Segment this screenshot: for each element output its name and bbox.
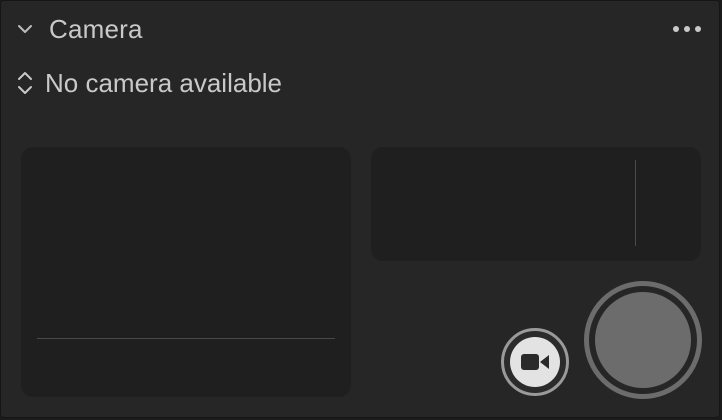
shutter-button-face — [595, 292, 691, 388]
video-mode-button-face — [510, 337, 560, 387]
camera-selector-label: No camera available — [45, 68, 283, 98]
camera-panel: Camera No camera available — [0, 0, 720, 418]
preview-divider — [37, 338, 335, 339]
chevron-down-icon[interactable] — [17, 23, 33, 35]
video-camera-icon — [521, 354, 549, 370]
camera-selector[interactable]: No camera available — [15, 65, 282, 101]
camera-preview — [21, 147, 351, 397]
more-horizontal-icon[interactable] — [671, 23, 703, 35]
panel-title: Camera — [49, 14, 143, 44]
chevron-up-down-icon — [18, 72, 32, 94]
shutter-button[interactable] — [584, 281, 702, 399]
camera-thumbnail — [371, 147, 701, 261]
video-mode-button[interactable] — [501, 328, 569, 396]
thumbnail-divider — [635, 160, 636, 246]
